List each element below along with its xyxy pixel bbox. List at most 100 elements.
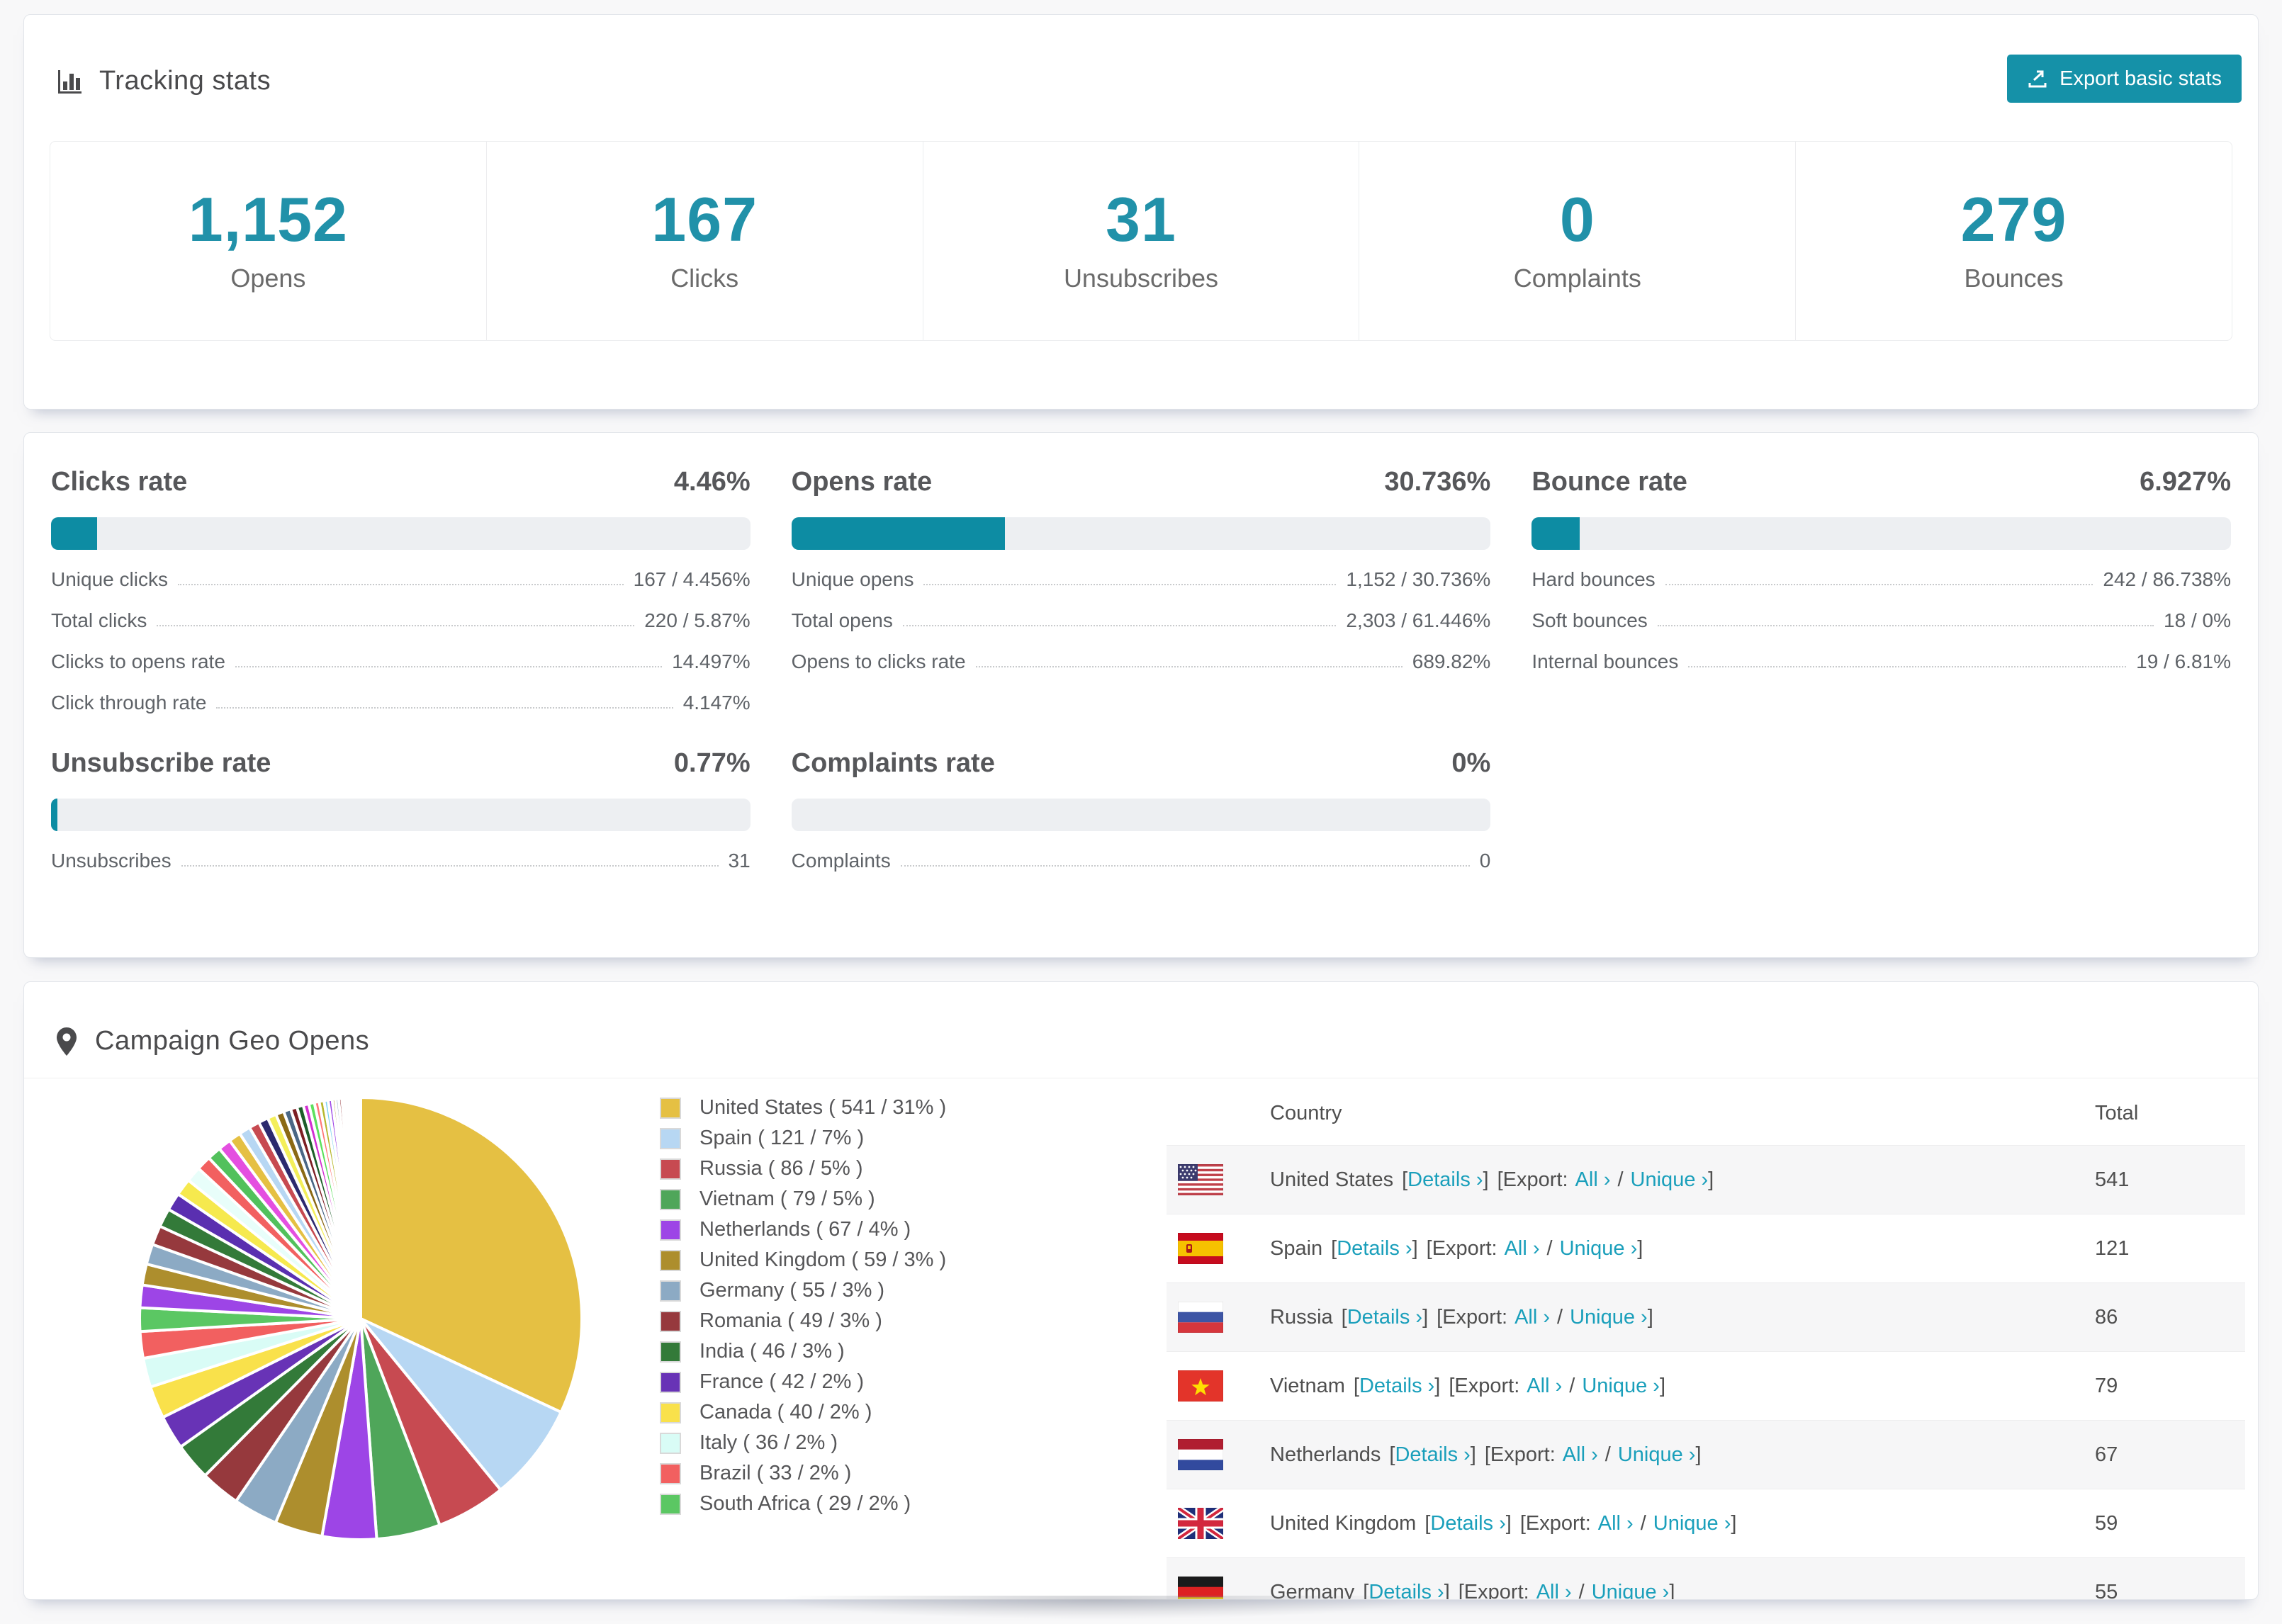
complaints-rate-value: 0%	[1451, 748, 1491, 778]
legend-swatch	[660, 1280, 681, 1302]
export-basic-stats-button[interactable]: Export basic stats	[2007, 55, 2242, 103]
unsubscribes-count: 31	[1106, 184, 1176, 254]
clicks-label: Clicks	[670, 264, 739, 293]
legend-swatch	[660, 1493, 681, 1515]
legend-item: Brazil ( 33 / 2% )	[660, 1458, 946, 1489]
tracking-stats-header: Tracking stats	[55, 66, 271, 96]
legend-swatch	[660, 1402, 681, 1423]
legend-swatch	[660, 1432, 681, 1454]
clicks-rate-value: 4.46%	[673, 467, 751, 497]
bounces-count: 279	[1960, 184, 2067, 254]
opens-label: Opens	[230, 264, 306, 293]
stat-row: Hard bounces 242 / 86.738%	[1531, 568, 2231, 590]
unsubscribe-rate-value: 0.77%	[673, 748, 751, 778]
legend-swatch	[660, 1097, 681, 1119]
geo-opens-pie-chart	[138, 1095, 583, 1541]
bar-chart-icon	[55, 67, 84, 96]
complaints-rate-section: Complaints rate 0% Complaints 0	[791, 714, 1491, 872]
legend-item: France ( 42 / 2% )	[660, 1367, 946, 1397]
stat-row: Click through rate 4.147%	[51, 692, 751, 714]
export-all-link[interactable]: All ›	[1563, 1443, 1598, 1466]
export-all-link[interactable]: All ›	[1598, 1512, 1634, 1535]
stat-box-clicks: 167 Clicks	[485, 141, 923, 341]
stat-row: Unique opens 1,152 / 30.736%	[791, 568, 1491, 590]
country-column-header: Country	[1270, 1101, 1342, 1124]
country-total: 86	[2095, 1282, 2245, 1352]
clicks-rate-section: Clicks rate 4.46% Unique clicks 167 / 4.4…	[51, 433, 751, 714]
complaints-rate-bar	[791, 799, 1491, 831]
table-row: Russia [Details ›] [Export: All › / Unique ›]…	[1167, 1282, 2245, 1352]
details-link[interactable]: Details ›	[1347, 1306, 1422, 1329]
geo-section-title: Campaign Geo Opens	[95, 1026, 370, 1056]
country-total: 59	[2095, 1489, 2245, 1558]
country-name: United States	[1270, 1168, 1394, 1191]
opens-rate-section: Opens rate 30.736% Unique opens 1,152 / 3…	[791, 433, 1491, 714]
legend-item: Canada ( 40 / 2% )	[660, 1397, 946, 1428]
details-link[interactable]: Details ›	[1337, 1237, 1412, 1260]
rates-card: Clicks rate 4.46% Unique clicks 167 / 4.4…	[23, 432, 2259, 958]
legend-item: Netherlands ( 67 / 4% )	[660, 1214, 946, 1245]
legend-swatch	[660, 1310, 681, 1332]
stat-row: Complaints 0	[791, 850, 1491, 872]
table-row: United States [Details ›] [Export: All › / Un…	[1167, 1145, 2245, 1214]
stat-row: Total clicks 220 / 5.87%	[51, 609, 751, 631]
export-all-link[interactable]: All ›	[1514, 1306, 1550, 1329]
stat-row: Total opens 2,303 / 61.446%	[791, 609, 1491, 631]
export-unique-link[interactable]: Unique ›	[1631, 1168, 1709, 1191]
export-all-link[interactable]: All ›	[1527, 1375, 1562, 1397]
clicks-count: 167	[651, 184, 758, 254]
stat-strip: 1,152 Opens 167 Clicks 31 Unsubscribes 0…	[50, 141, 2232, 341]
country-total: 121	[2095, 1214, 2245, 1283]
legend-item: India ( 46 / 3% )	[660, 1336, 946, 1367]
complaints-rate-title: Complaints rate	[791, 748, 995, 778]
country-name: Spain	[1270, 1236, 1323, 1260]
complaints-label: Complaints	[1513, 264, 1641, 293]
campaign-geo-opens-card: Campaign Geo Opens United States ( 541 /…	[23, 981, 2259, 1600]
page-title: Tracking stats	[99, 66, 271, 96]
details-link[interactable]: Details ›	[1430, 1512, 1505, 1535]
gb-flag-icon	[1176, 1505, 1225, 1542]
table-row: Germany [Details ›] [Export: All › / Unique ›…	[1167, 1557, 2245, 1600]
export-all-link[interactable]: All ›	[1536, 1581, 1572, 1600]
table-header-row: Country Total	[1167, 1081, 2245, 1146]
stat-row: Unsubscribes 31	[51, 850, 751, 872]
export-unique-link[interactable]: Unique ›	[1618, 1443, 1696, 1466]
country-name: Netherlands	[1270, 1443, 1381, 1466]
unsubscribe-rate-title: Unsubscribe rate	[51, 748, 271, 778]
table-row: Vietnam [Details ›] [Export: All › / Unique ›…	[1167, 1351, 2245, 1421]
export-all-link[interactable]: All ›	[1575, 1168, 1611, 1191]
details-link[interactable]: Details ›	[1395, 1443, 1470, 1466]
bounce-rate-bar	[1531, 517, 2231, 550]
stat-row: Soft bounces 18 / 0%	[1531, 609, 2231, 631]
opens-rate-value: 30.736%	[1384, 467, 1491, 497]
opens-rate-title: Opens rate	[791, 467, 933, 497]
legend-item: Russia ( 86 / 5% )	[660, 1154, 946, 1184]
legend-item: Vietnam ( 79 / 5% )	[660, 1184, 946, 1214]
opens-count: 1,152	[188, 184, 348, 254]
export-unique-link[interactable]: Unique ›	[1592, 1581, 1670, 1600]
export-unique-link[interactable]: Unique ›	[1582, 1375, 1660, 1397]
total-column-header: Total	[2095, 1101, 2139, 1124]
stat-box-complaints: 0 Complaints	[1359, 141, 1797, 341]
export-all-link[interactable]: All ›	[1505, 1237, 1540, 1260]
stat-box-unsubscribes: 31 Unsubscribes	[922, 141, 1360, 341]
details-link[interactable]: Details ›	[1407, 1168, 1483, 1191]
export-unique-link[interactable]: Unique ›	[1653, 1512, 1731, 1535]
country-total: 67	[2095, 1420, 2245, 1489]
details-link[interactable]: Details ›	[1359, 1375, 1434, 1397]
country-total: 79	[2095, 1351, 2245, 1421]
country-name: United Kingdom	[1270, 1511, 1417, 1535]
bounce-rate-value: 6.927%	[2140, 467, 2231, 497]
unsubscribes-label: Unsubscribes	[1063, 264, 1219, 293]
legend-item: Romania ( 49 / 3% )	[660, 1306, 946, 1336]
export-unique-link[interactable]: Unique ›	[1560, 1237, 1638, 1260]
unsubscribe-rate-section: Unsubscribe rate 0.77% Unsubscribes 31	[51, 714, 751, 872]
legend-swatch	[660, 1462, 681, 1484]
stat-row: Internal bounces 19 / 6.81%	[1531, 650, 2231, 672]
table-row: United Kingdom [Details ›] [Export: All › / U…	[1167, 1489, 2245, 1558]
table-row: Spain [Details ›] [Export: All › / Unique ›] 1…	[1167, 1214, 2245, 1283]
stat-box-opens: 1,152 Opens	[50, 141, 487, 341]
export-unique-link[interactable]: Unique ›	[1570, 1306, 1648, 1329]
legend-item: Germany ( 55 / 3% )	[660, 1275, 946, 1306]
tracking-stats-card: Tracking stats Export basic stats 1,152 …	[23, 14, 2259, 410]
